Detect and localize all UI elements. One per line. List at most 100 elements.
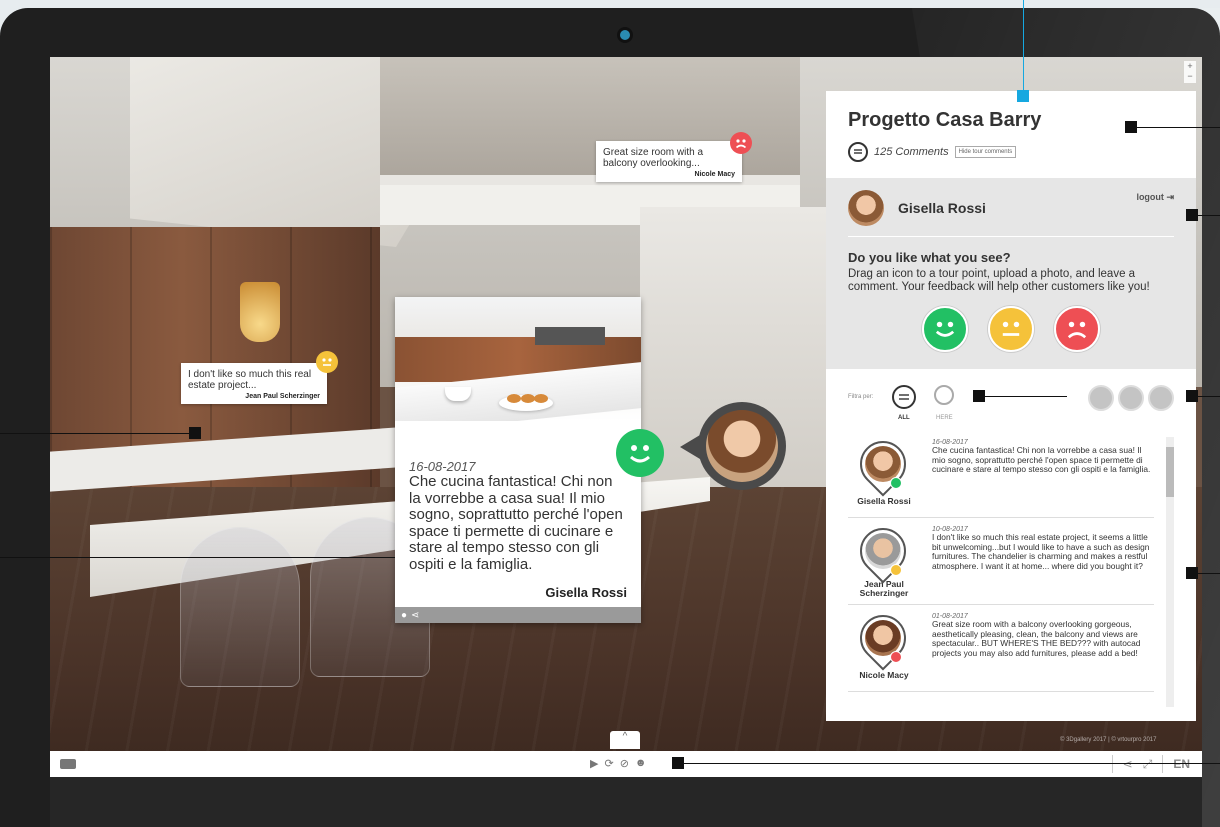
callout-marker <box>973 390 985 402</box>
list-item-text: Great size room with a balcony overlooki… <box>932 619 1141 658</box>
card-footer: ● ⋖ <box>395 607 641 623</box>
sad-face-icon <box>890 651 902 663</box>
callout-line <box>1137 127 1220 128</box>
pin-author: Jean Paul Scherzinger <box>245 393 320 400</box>
comments-count: 125 Comments <box>874 146 949 158</box>
zoom-control[interactable]: + − <box>1184 61 1196 83</box>
hide-icon[interactable]: ⊘ <box>620 757 629 770</box>
logout-button[interactable]: logout ⇥ <box>1136 192 1174 203</box>
happy-face-icon[interactable] <box>922 306 968 352</box>
logout-icon: ⇥ <box>1166 192 1174 202</box>
callout-line <box>684 763 1220 764</box>
logout-label: logout <box>1136 192 1164 202</box>
play-icon[interactable]: ▶ <box>590 757 598 770</box>
filter-here-label: HERE <box>936 415 953 421</box>
comment-pin-top[interactable]: Great size room with a balcony overlooki… <box>596 141 742 182</box>
callout-line <box>1198 396 1220 397</box>
neutral-face-icon[interactable] <box>988 306 1034 352</box>
list-item[interactable]: Nicole Macy 01-08-2017 Great size room w… <box>848 605 1154 692</box>
list-item-name: Jean Paul Scherzinger <box>859 579 909 598</box>
filter-row: Filtra per: ALL HERE <box>826 369 1196 431</box>
callout-line <box>1198 573 1220 574</box>
comment-list: Gisella Rossi 16-08-2017 Che cucina fant… <box>826 431 1196 721</box>
alert-icon[interactable]: ● <box>401 610 407 621</box>
user-box: Gisella Rossi logout ⇥ Do you like what … <box>826 178 1196 369</box>
webcam <box>620 30 630 40</box>
filter-sad-button[interactable] <box>1148 385 1174 411</box>
card-author: Gisella Rossi <box>545 585 627 600</box>
comment-photo <box>395 297 641 421</box>
scene-stool <box>180 527 300 687</box>
list-item[interactable]: Jean Paul Scherzinger 10-08-2017 I don't… <box>848 518 1154 605</box>
happy-face-icon <box>616 429 664 477</box>
comments-panel: Progetto Casa Barry 125 Comments Hide to… <box>826 91 1196 721</box>
vr-headset-icon[interactable] <box>60 759 76 769</box>
panel-header: Progetto Casa Barry 125 Comments Hide to… <box>826 91 1196 178</box>
callout-marker <box>189 427 201 439</box>
pin-text: I don't like so much this real estate pr… <box>188 369 312 391</box>
feedback-body: Drag an icon to a tour point, upload a p… <box>848 268 1150 293</box>
divider <box>1111 755 1113 773</box>
list-item-name: Nicole Macy <box>859 670 909 680</box>
sad-face-icon[interactable] <box>730 132 752 154</box>
zoom-in-icon[interactable]: + <box>1187 61 1192 71</box>
divider <box>848 236 1174 237</box>
commenter-avatar[interactable] <box>698 402 786 490</box>
zoom-out-icon[interactable]: − <box>1187 71 1192 81</box>
filter-all-button[interactable] <box>892 385 916 409</box>
list-item-meta: 16-08-2017 Che cucina fantastica! Chi no… <box>932 439 1152 475</box>
happy-face-icon <box>890 477 902 489</box>
fullscreen-icon[interactable]: ⤢ <box>1143 757 1153 772</box>
callout-line <box>1023 0 1024 90</box>
list-item-meta: 10-08-2017 I don't like so much this rea… <box>932 526 1152 571</box>
mood-filters <box>1088 385 1174 411</box>
hide-comments-button[interactable]: Hide tour comments <box>954 146 1017 158</box>
comment-pin-left[interactable]: I don't like so much this real estate pr… <box>181 363 327 404</box>
toolbar-right: ⋖ ⤢ EN <box>1111 755 1190 773</box>
neutral-face-icon[interactable] <box>316 351 338 373</box>
callout-marker <box>1186 209 1198 221</box>
comments-row: 125 Comments Hide tour comments <box>848 142 1174 162</box>
list-item[interactable]: Gisella Rossi 16-08-2017 Che cucina fant… <box>848 431 1154 518</box>
mood-picker <box>922 306 1100 352</box>
pin-text: Great size room with a balcony overlooki… <box>603 147 704 169</box>
callout-line <box>1198 215 1220 216</box>
sad-face-icon[interactable] <box>1054 306 1100 352</box>
callout-marker <box>1186 567 1198 579</box>
rotate-icon[interactable]: ⟳ <box>604 757 613 770</box>
copyright: © 3Dgallery 2017 | © vrtourpro 2017 <box>1060 737 1157 743</box>
scene-lamp <box>240 282 280 342</box>
user-avatar <box>848 190 884 226</box>
mood-icon[interactable]: ☻ <box>635 757 647 770</box>
callout-marker <box>1017 90 1029 102</box>
callout-marker <box>1125 121 1137 133</box>
callout-line <box>985 396 1067 397</box>
bottom-toolbar: ▶ ⟳ ⊘ ☻ ⋖ ⤢ EN <box>50 751 1202 777</box>
comment-icon <box>848 142 868 162</box>
list-item-meta: 01-08-2017 Great size room with a balcon… <box>932 613 1152 658</box>
user-name: Gisella Rossi <box>898 200 986 216</box>
neutral-face-icon <box>890 564 902 576</box>
share-icon[interactable]: ⋖ <box>411 610 419 621</box>
user-row: Gisella Rossi <box>848 188 1174 228</box>
callout-marker <box>672 757 684 769</box>
callout-marker <box>1186 390 1198 402</box>
chevron-up-icon[interactable]: ^ <box>610 731 640 749</box>
scrollbar-thumb[interactable] <box>1166 447 1174 497</box>
language-switch[interactable]: EN <box>1173 757 1190 771</box>
card-body: Che cucina fantastica! Chi non la vorreb… <box>409 473 623 573</box>
filter-all-label: ALL <box>898 415 910 421</box>
list-item-text: Che cucina fantastica! Chi non la vorreb… <box>932 445 1151 474</box>
avatar-pointer <box>680 435 700 459</box>
playback-controls: ▶ ⟳ ⊘ ☻ <box>590 757 646 770</box>
list-item-name: Gisella Rossi <box>857 496 911 506</box>
filter-label: Filtra per: <box>848 394 874 400</box>
share-icon[interactable]: ⋖ <box>1123 757 1133 771</box>
location-pin-icon[interactable] <box>934 385 954 405</box>
filter-neutral-button[interactable] <box>1118 385 1144 411</box>
pin-author: Nicole Macy <box>694 171 735 178</box>
comment-card: 16-08-2017 Che cucina fantastica! Chi no… <box>395 297 641 623</box>
callout-line <box>0 557 395 558</box>
filter-happy-button[interactable] <box>1088 385 1114 411</box>
virtual-tour-screen[interactable]: Great size room with a balcony overlooki… <box>50 57 1202 777</box>
